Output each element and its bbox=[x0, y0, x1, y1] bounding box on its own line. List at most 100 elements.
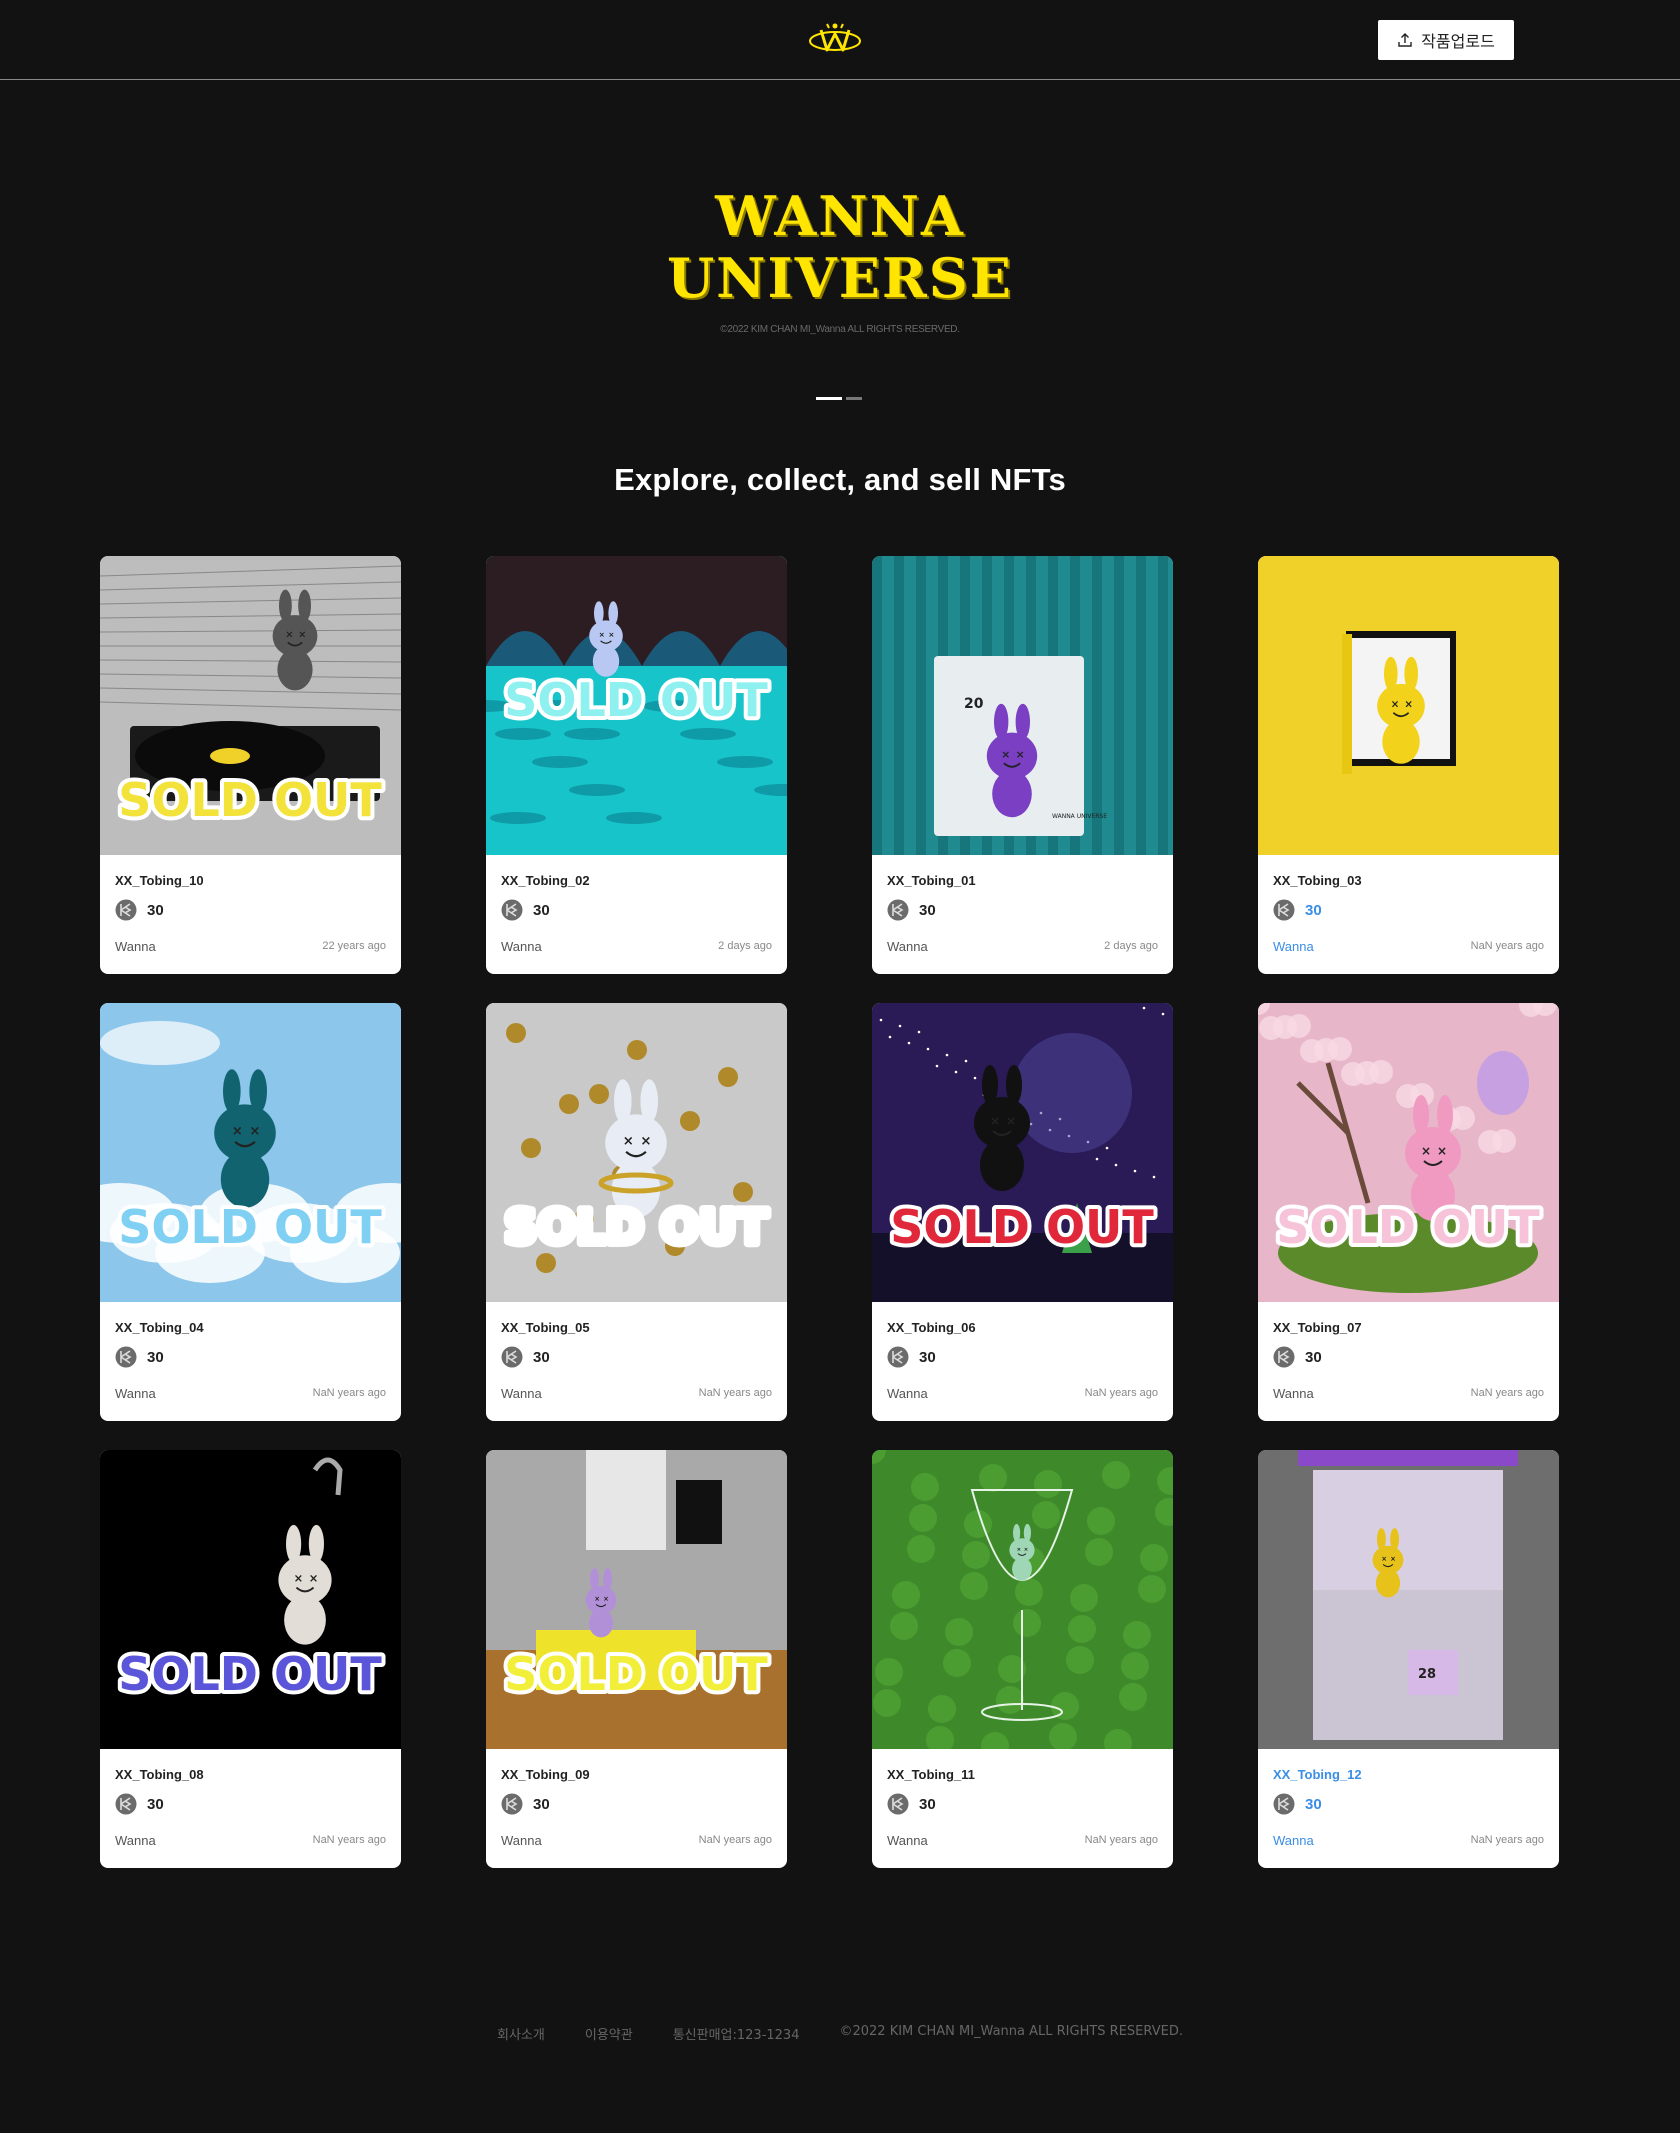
footer-business-number: 통신판매업:123-1234 bbox=[672, 2028, 800, 2043]
box-number: 20 bbox=[964, 696, 984, 712]
svg-text:×: × bbox=[599, 630, 605, 639]
svg-text:×: × bbox=[1006, 1114, 1016, 1128]
nft-owner[interactable]: Wanna bbox=[887, 1386, 928, 1401]
nft-card[interactable]: × × SOLD OUT XX_Tobing_04 30 Wanna NaN yea… bbox=[100, 1003, 401, 1421]
nft-artwork: 20 × × WANNA UNIVERSE bbox=[872, 556, 1173, 855]
nft-thumbnail[interactable]: × × SOLD OUT bbox=[486, 1450, 787, 1749]
nft-owner[interactable]: Wanna bbox=[501, 1386, 542, 1401]
nft-owner[interactable]: Wanna bbox=[115, 1833, 156, 1848]
coin-decoration bbox=[718, 1067, 738, 1087]
footer-link-terms[interactable]: 이용약관 bbox=[585, 2024, 633, 2043]
svg-text:×: × bbox=[990, 1114, 1000, 1128]
nft-name[interactable]: XX_Tobing_09 bbox=[501, 1767, 590, 1782]
nft-card[interactable]: × × XX_Tobing_11 30 Wanna NaN years ago bbox=[872, 1450, 1173, 1868]
price-row: 30 bbox=[1273, 899, 1322, 921]
nft-thumbnail[interactable]: 20 × × WANNA UNIVERSE bbox=[872, 556, 1173, 855]
nft-thumbnail[interactable]: × × SOLD OUT bbox=[100, 556, 401, 855]
nft-name[interactable]: XX_Tobing_11 bbox=[887, 1767, 975, 1782]
nft-owner[interactable]: Wanna bbox=[501, 939, 542, 954]
sold-out-label: SOLD OUT bbox=[118, 1647, 382, 1701]
nft-price: 30 bbox=[147, 901, 164, 919]
nft-card[interactable]: 20 × × WANNA UNIVERSE XX_Tobing_01 30 Wanna… bbox=[872, 556, 1173, 974]
hero-copyright: ©2022 KIM CHAN MI_Wanna ALL RIGHTS RESER… bbox=[720, 324, 960, 335]
nft-price: 30 bbox=[533, 901, 550, 919]
nft-artwork: × ×SOLD OUT bbox=[1258, 1003, 1559, 1302]
nft-thumbnail[interactable]: × × SOLD OUT bbox=[872, 1003, 1173, 1302]
nft-thumbnail[interactable]: × × SOLD OUT bbox=[1258, 1003, 1559, 1302]
nft-thumbnail[interactable]: × × bbox=[872, 1450, 1173, 1749]
klay-coin-icon bbox=[501, 1793, 523, 1815]
nft-card[interactable]: × × XX_Tobing_03 30 Wanna NaN years ago bbox=[1258, 556, 1559, 974]
svg-text:×: × bbox=[1381, 1555, 1387, 1563]
nft-card[interactable]: × × SOLD OUT XX_Tobing_10 30 Wanna 22 year… bbox=[100, 556, 401, 974]
nft-grid: × × SOLD OUT XX_Tobing_10 30 Wanna 22 year… bbox=[100, 556, 1560, 1870]
nft-card[interactable]: × × SOLD OUT XX_Tobing_08 30 Wanna NaN yea… bbox=[100, 1450, 401, 1868]
klay-coin-icon bbox=[115, 1793, 137, 1815]
nft-artwork: × × 28 bbox=[1258, 1450, 1559, 1749]
nft-owner[interactable]: Wanna bbox=[115, 939, 156, 954]
coin-decoration bbox=[589, 1084, 609, 1104]
nft-artwork: × ×SOLD OUT bbox=[486, 1450, 787, 1749]
window bbox=[586, 1450, 666, 1550]
price-row: 30 bbox=[115, 899, 164, 921]
hero-title-line1: WANNA bbox=[715, 184, 965, 248]
nft-time: NaN years ago bbox=[1084, 1834, 1158, 1846]
nft-card[interactable]: × × SOLD OUT XX_Tobing_07 30 Wanna NaN yea… bbox=[1258, 1003, 1559, 1421]
nft-owner[interactable]: Wanna bbox=[1273, 1833, 1314, 1848]
klay-coin-icon bbox=[887, 1793, 909, 1815]
nft-owner[interactable]: Wanna bbox=[1273, 939, 1314, 954]
wanna-poster bbox=[676, 1480, 722, 1544]
svg-text:×: × bbox=[623, 1134, 634, 1149]
nft-name[interactable]: XX_Tobing_08 bbox=[115, 1767, 204, 1782]
carousel-dot-1[interactable] bbox=[816, 397, 842, 400]
nft-name[interactable]: XX_Tobing_02 bbox=[501, 873, 590, 888]
nft-name[interactable]: XX_Tobing_07 bbox=[1273, 1320, 1362, 1335]
nft-thumbnail[interactable]: × × bbox=[1258, 556, 1559, 855]
svg-text:×: × bbox=[1404, 700, 1413, 711]
nft-time: 2 days ago bbox=[718, 940, 772, 952]
nft-owner[interactable]: Wanna bbox=[887, 1833, 928, 1848]
nft-name[interactable]: XX_Tobing_01 bbox=[887, 873, 976, 888]
price-row: 30 bbox=[501, 1793, 550, 1815]
svg-text:×: × bbox=[603, 1595, 609, 1603]
klay-coin-icon bbox=[115, 899, 137, 921]
nft-artwork: × ×SOLD OUT bbox=[100, 1450, 401, 1749]
svg-text:×: × bbox=[1024, 1547, 1029, 1553]
nft-owner[interactable]: Wanna bbox=[115, 1386, 156, 1401]
nft-card[interactable]: × × SOLD OUT XX_Tobing_09 30 Wanna NaN yea… bbox=[486, 1450, 787, 1868]
nft-thumbnail[interactable]: × × SOLD OUT bbox=[486, 1003, 787, 1302]
upload-artwork-button[interactable]: 작품업로드 bbox=[1378, 20, 1514, 60]
klay-coin-icon bbox=[1273, 1346, 1295, 1368]
section-title: Explore, collect, and sell NFTs bbox=[614, 462, 1066, 497]
nft-owner[interactable]: Wanna bbox=[1273, 1386, 1314, 1401]
nft-owner[interactable]: Wanna bbox=[501, 1833, 542, 1848]
price-row: 30 bbox=[501, 899, 550, 921]
nft-card[interactable]: × × SOLD OUT XX_Tobing_05 30 Wanna NaN yea… bbox=[486, 1003, 787, 1421]
nft-thumbnail[interactable]: × × SOLD OUT bbox=[100, 1450, 401, 1749]
nft-time: 2 days ago bbox=[1104, 940, 1158, 952]
nft-artwork: × × bbox=[872, 1450, 1173, 1749]
nft-card[interactable]: × × SOLD OUT XX_Tobing_02 30 Wanna 2 days … bbox=[486, 556, 787, 974]
nft-name[interactable]: XX_Tobing_04 bbox=[115, 1320, 204, 1335]
nft-name[interactable]: XX_Tobing_12 bbox=[1273, 1767, 1362, 1782]
nft-name[interactable]: XX_Tobing_10 bbox=[115, 873, 204, 888]
price-row: 30 bbox=[115, 1793, 164, 1815]
nft-card[interactable]: × × 28 XX_Tobing_12 30 Wanna NaN years ago bbox=[1258, 1450, 1559, 1868]
nft-name[interactable]: XX_Tobing_06 bbox=[887, 1320, 976, 1335]
nft-name[interactable]: XX_Tobing_05 bbox=[501, 1320, 590, 1335]
nft-price: 30 bbox=[533, 1348, 550, 1366]
nft-thumbnail[interactable]: × × SOLD OUT bbox=[100, 1003, 401, 1302]
nft-name[interactable]: XX_Tobing_03 bbox=[1273, 873, 1362, 888]
wanna-logo[interactable] bbox=[807, 20, 863, 58]
carousel-indicators bbox=[816, 397, 862, 400]
nft-time: NaN years ago bbox=[1470, 1834, 1544, 1846]
coin-decoration bbox=[733, 1182, 753, 1202]
nft-owner[interactable]: Wanna bbox=[887, 939, 928, 954]
footer-link-about[interactable]: 회사소개 bbox=[497, 2024, 545, 2043]
nft-card[interactable]: × × SOLD OUT XX_Tobing_06 30 Wanna NaN yea… bbox=[872, 1003, 1173, 1421]
nft-price: 30 bbox=[147, 1795, 164, 1813]
nft-thumbnail[interactable]: × × SOLD OUT bbox=[486, 556, 787, 855]
carousel-dot-2[interactable] bbox=[846, 397, 862, 400]
sold-out-label: SOLD OUT bbox=[118, 1200, 382, 1254]
nft-thumbnail[interactable]: × × 28 bbox=[1258, 1450, 1559, 1749]
